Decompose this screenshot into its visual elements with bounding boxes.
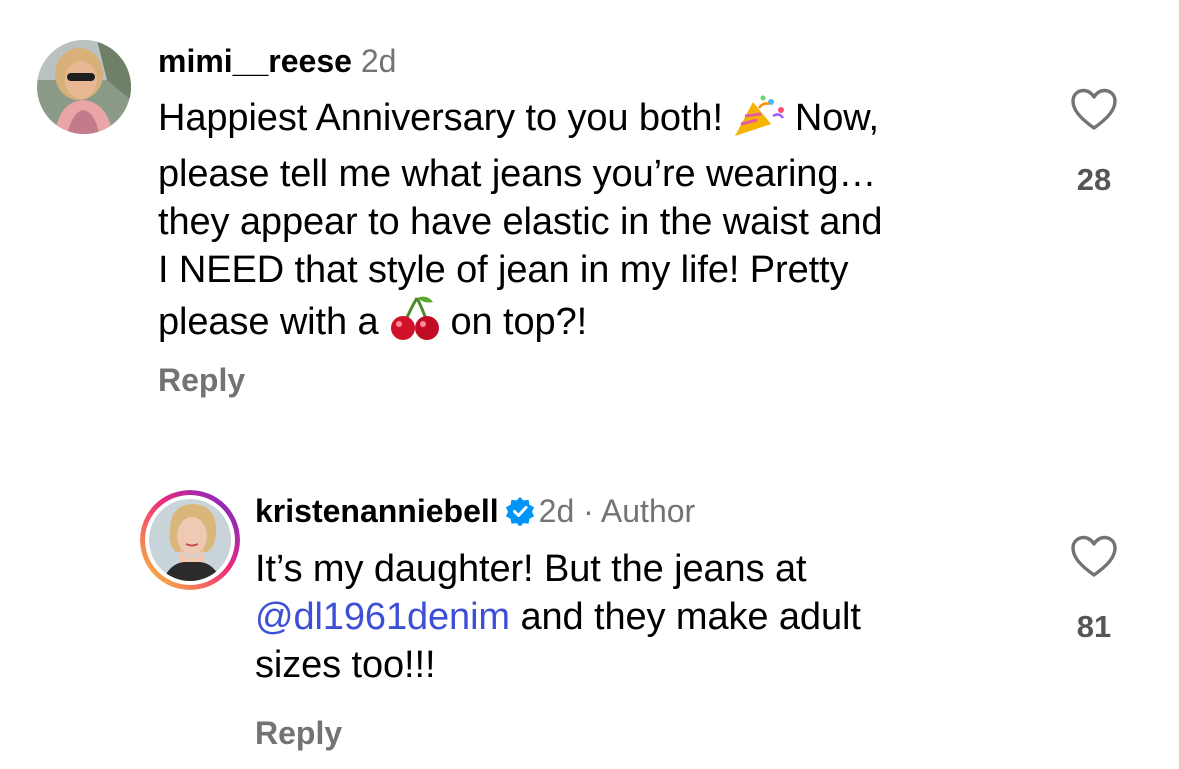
reply-button[interactable]: Reply <box>158 362 245 399</box>
like-count: 28 <box>1076 162 1112 197</box>
username[interactable]: kristenanniebell <box>255 493 499 529</box>
comment-text-segment: please with a <box>158 301 379 343</box>
avatar[interactable] <box>140 490 240 590</box>
timestamp: 2d <box>360 43 397 79</box>
comment-text-segment: Happiest Anniversary to you both! <box>158 97 723 139</box>
comment-meta: mimi__reese 2d <box>158 42 396 80</box>
comment-text-segment: on top?! <box>450 301 588 343</box>
username[interactable]: mimi__reese <box>158 43 352 79</box>
separator: · <box>583 493 594 529</box>
comment-line: Happiest Anniversary to you both! Now, <box>158 94 1038 150</box>
mention-link[interactable]: @dl1961denim <box>255 596 510 638</box>
author-label: Author <box>600 493 696 529</box>
comment-line: It’s my daughter! But the jeans at <box>255 548 807 590</box>
comment-text: It’s my daughter! But the jeans at @dl19… <box>255 545 1035 689</box>
comment-text: Happiest Anniversary to you both! Now, p… <box>158 94 1038 354</box>
comment-line: I NEED that style of jean in my life! Pr… <box>158 249 849 291</box>
comment-line: they appear to have elastic in the waist… <box>158 201 883 243</box>
comment-text-segment: and they make adult <box>510 596 861 638</box>
verified-badge-icon <box>505 496 535 534</box>
comment-text-segment: Now, <box>794 97 880 139</box>
cherry-icon <box>387 294 443 354</box>
reply-comment-item: kristenanniebell 2d · Author It’s my dau… <box>0 470 1179 769</box>
heart-icon[interactable] <box>1070 88 1118 132</box>
comment-line: sizes too!!! <box>255 644 436 686</box>
like-count: 81 <box>1076 609 1112 644</box>
party-popper-icon <box>731 94 787 150</box>
comment-meta: kristenanniebell 2d · Author <box>255 492 695 534</box>
comment-line: please with a on top?! <box>158 294 1038 354</box>
like-control: 81 <box>1064 535 1124 645</box>
like-control: 28 <box>1064 88 1124 198</box>
reply-button[interactable]: Reply <box>255 715 342 752</box>
story-ring-avatar <box>140 490 240 590</box>
timestamp: 2d <box>538 493 575 529</box>
comment-line: @dl1961denim and they make adult <box>255 593 1035 641</box>
avatar[interactable] <box>37 40 131 134</box>
heart-icon[interactable] <box>1070 535 1118 579</box>
comment-line: please tell me what jeans you’re wearing… <box>158 153 877 195</box>
comment-item: mimi__reese 2d Happiest Anniversary to y… <box>0 0 1179 430</box>
avatar-photo <box>37 40 131 134</box>
